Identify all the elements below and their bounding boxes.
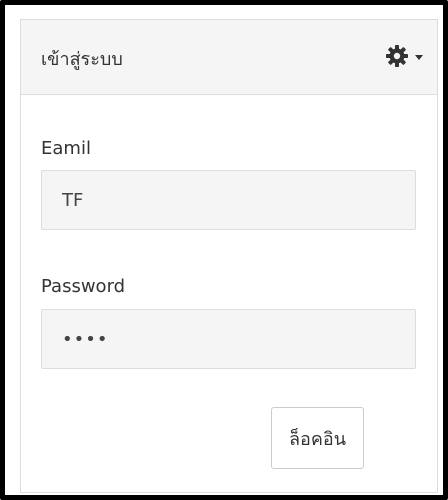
password-field[interactable] <box>41 309 416 369</box>
panel-title: เข้าสู่ระบบ <box>41 49 123 70</box>
settings-dropdown-toggle[interactable] <box>385 40 423 72</box>
email-field[interactable] <box>41 170 416 230</box>
window-frame: เข้าสู่ระบบ Eamil TF Password ล็อคอิน <box>0 0 448 500</box>
email-label: Eamil <box>41 138 91 159</box>
gear-icon[interactable] <box>385 44 409 68</box>
login-panel: เข้าสู่ระบบ Eamil TF Password ล็อคอิน <box>20 19 438 493</box>
panel-heading: เข้าสู่ระบบ <box>21 20 437 95</box>
login-button[interactable]: ล็อคอิน <box>271 407 364 469</box>
password-label: Password <box>41 276 126 297</box>
caret-down-icon[interactable] <box>415 54 423 60</box>
